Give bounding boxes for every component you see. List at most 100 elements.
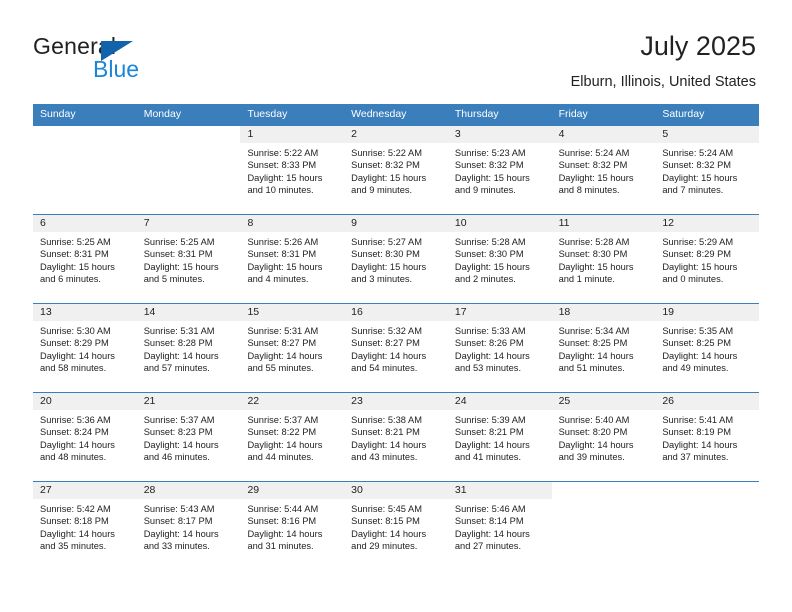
sunset-text: Sunset: 8:24 PM [40,427,109,438]
sunrise-text: Sunrise: 5:41 AM [662,415,734,425]
weekday-header-tuesday: Tuesday [247,108,288,120]
day-cell[interactable]: 6 Sunrise: 5:25 AM Sunset: 8:31 PM Dayli… [33,215,137,303]
day-cell[interactable]: 28 Sunrise: 5:43 AM Sunset: 8:17 PM Dayl… [136,482,241,570]
daylight-text-line2: and 33 minutes. [143,541,210,552]
daylight-text-line2: and 57 minutes. [143,363,210,374]
day-cell[interactable]: 7 Sunrise: 5:25 AM Sunset: 8:31 PM Dayli… [136,215,241,303]
day-number: 2 [344,126,448,143]
daylight-text-line1: Daylight: 14 hours [351,439,427,450]
sunset-text: Sunset: 8:32 PM [454,160,524,171]
sunrise-text: Sunrise: 5:44 AM [247,504,319,514]
daylight-text-line2: and 48 minutes. [40,452,107,463]
day-number: 6 [33,215,137,232]
sunrise-text: Sunrise: 5:37 AM [143,415,215,425]
day-cell[interactable]: 4 Sunrise: 5:24 AM Sunset: 8:32 PM Dayli… [551,126,656,214]
day-number: 10 [447,215,552,232]
day-details: Sunrise: 5:34 AM Sunset: 8:25 PM Dayligh… [552,321,656,375]
week-row: 13 Sunrise: 5:30 AM Sunset: 8:29 PM Dayl… [33,303,760,392]
daylight-text-line1: Daylight: 15 hours [247,172,323,183]
day-cell[interactable]: 24 Sunrise: 5:39 AM Sunset: 8:21 PM Dayl… [447,393,552,481]
daylight-text-line1: Daylight: 15 hours [454,261,530,272]
day-details: Sunrise: 5:38 AM Sunset: 8:21 PM Dayligh… [344,410,448,464]
day-cell[interactable]: 5 Sunrise: 5:24 AM Sunset: 8:32 PM Dayli… [655,126,760,214]
sunset-text: Sunset: 8:32 PM [351,160,420,171]
daylight-text-line2: and 9 minutes. [454,185,516,196]
daylight-text-line2: and 4 minutes. [247,274,309,285]
day-cell[interactable]: 25 Sunrise: 5:40 AM Sunset: 8:20 PM Dayl… [551,393,656,481]
location-label: Elburn, Illinois, United States [570,74,756,90]
day-number [655,482,759,499]
day-details: Sunrise: 5:25 AM Sunset: 8:31 PM Dayligh… [137,232,241,286]
day-number: 29 [240,482,345,499]
day-cell[interactable]: 18 Sunrise: 5:34 AM Sunset: 8:25 PM Dayl… [551,304,656,392]
day-details: Sunrise: 5:30 AM Sunset: 8:29 PM Dayligh… [33,321,137,375]
daylight-text-line2: and 8 minutes. [558,185,620,196]
sunrise-text: Sunrise: 5:43 AM [143,504,215,514]
day-cell[interactable]: 10 Sunrise: 5:28 AM Sunset: 8:30 PM Dayl… [447,215,552,303]
sunset-text: Sunset: 8:29 PM [662,249,732,260]
day-cell[interactable]: 16 Sunrise: 5:32 AM Sunset: 8:27 PM Dayl… [344,304,448,392]
sunrise-text: Sunrise: 5:25 AM [143,237,215,247]
day-details: Sunrise: 5:36 AM Sunset: 8:24 PM Dayligh… [33,410,137,464]
sunset-text: Sunset: 8:25 PM [662,338,732,349]
day-number: 27 [33,482,137,499]
day-cell[interactable]: 9 Sunrise: 5:27 AM Sunset: 8:30 PM Dayli… [344,215,448,303]
day-cell[interactable]: 15 Sunrise: 5:31 AM Sunset: 8:27 PM Dayl… [240,304,345,392]
sunset-text: Sunset: 8:27 PM [351,338,420,349]
day-number: 15 [240,304,345,321]
daylight-text-line1: Daylight: 14 hours [351,528,427,539]
day-cell[interactable]: 20 Sunrise: 5:36 AM Sunset: 8:24 PM Dayl… [33,393,137,481]
day-cell[interactable]: 27 Sunrise: 5:42 AM Sunset: 8:18 PM Dayl… [33,482,137,570]
weekday-header-wednesday: Wednesday [351,108,407,120]
day-number: 25 [551,393,656,410]
day-details [33,143,137,147]
page-title: July 2025 [640,31,756,61]
daylight-text-line1: Daylight: 14 hours [40,350,115,361]
daylight-text-line2: and 31 minutes. [247,541,314,552]
day-cell[interactable]: 11 Sunrise: 5:28 AM Sunset: 8:30 PM Dayl… [551,215,656,303]
sunrise-text: Sunrise: 5:30 AM [40,326,111,336]
day-cell[interactable]: 26 Sunrise: 5:41 AM Sunset: 8:19 PM Dayl… [655,393,760,481]
sunrise-text: Sunrise: 5:31 AM [247,326,319,336]
week-row: 27 Sunrise: 5:42 AM Sunset: 8:18 PM Dayl… [33,481,760,570]
day-cell[interactable]: 13 Sunrise: 5:30 AM Sunset: 8:29 PM Dayl… [33,304,137,392]
week-row: 6 Sunrise: 5:25 AM Sunset: 8:31 PM Dayli… [33,214,760,303]
day-number: 18 [551,304,656,321]
sunset-text: Sunset: 8:20 PM [558,427,628,438]
day-details: Sunrise: 5:39 AM Sunset: 8:21 PM Dayligh… [448,410,552,464]
day-cell[interactable]: 21 Sunrise: 5:37 AM Sunset: 8:23 PM Dayl… [136,393,241,481]
day-number [33,126,137,143]
daylight-text-line2: and 9 minutes. [351,185,413,196]
logo-text-blue: Blue [93,56,140,82]
day-cell[interactable]: 29 Sunrise: 5:44 AM Sunset: 8:16 PM Dayl… [240,482,345,570]
sunset-text: Sunset: 8:21 PM [351,427,420,438]
day-number: 13 [33,304,137,321]
day-cell[interactable]: 1 Sunrise: 5:22 AM Sunset: 8:33 PM Dayli… [240,126,345,214]
day-cell[interactable]: 8 Sunrise: 5:26 AM Sunset: 8:31 PM Dayli… [240,215,345,303]
sunset-text: Sunset: 8:15 PM [351,516,420,527]
day-cell[interactable]: 19 Sunrise: 5:35 AM Sunset: 8:25 PM Dayl… [655,304,760,392]
day-cell [551,482,656,570]
daylight-text-line2: and 6 minutes. [40,274,101,285]
daylight-text-line1: Daylight: 14 hours [143,350,219,361]
sunset-text: Sunset: 8:26 PM [454,338,524,349]
day-cell[interactable]: 3 Sunrise: 5:23 AM Sunset: 8:32 PM Dayli… [447,126,552,214]
day-cell[interactable]: 30 Sunrise: 5:45 AM Sunset: 8:15 PM Dayl… [344,482,448,570]
sunset-text: Sunset: 8:30 PM [454,249,524,260]
day-cell[interactable]: 22 Sunrise: 5:37 AM Sunset: 8:22 PM Dayl… [240,393,345,481]
sunset-text: Sunset: 8:31 PM [247,249,317,260]
day-cell[interactable]: 17 Sunrise: 5:33 AM Sunset: 8:26 PM Dayl… [447,304,552,392]
day-cell[interactable]: 31 Sunrise: 5:46 AM Sunset: 8:14 PM Dayl… [447,482,552,570]
day-cell[interactable]: 23 Sunrise: 5:38 AM Sunset: 8:21 PM Dayl… [344,393,448,481]
day-cell[interactable]: 14 Sunrise: 5:31 AM Sunset: 8:28 PM Dayl… [136,304,241,392]
sunrise-text: Sunrise: 5:34 AM [558,326,630,336]
day-number: 9 [344,215,448,232]
daylight-text-line1: Daylight: 14 hours [247,439,323,450]
day-number: 20 [33,393,137,410]
day-details: Sunrise: 5:28 AM Sunset: 8:30 PM Dayligh… [448,232,552,286]
sunrise-text: Sunrise: 5:35 AM [662,326,734,336]
day-cell[interactable]: 12 Sunrise: 5:29 AM Sunset: 8:29 PM Dayl… [655,215,760,303]
weekday-header-sunday: Sunday [40,108,76,120]
day-cell[interactable]: 2 Sunrise: 5:22 AM Sunset: 8:32 PM Dayli… [344,126,448,214]
day-number: 22 [240,393,345,410]
